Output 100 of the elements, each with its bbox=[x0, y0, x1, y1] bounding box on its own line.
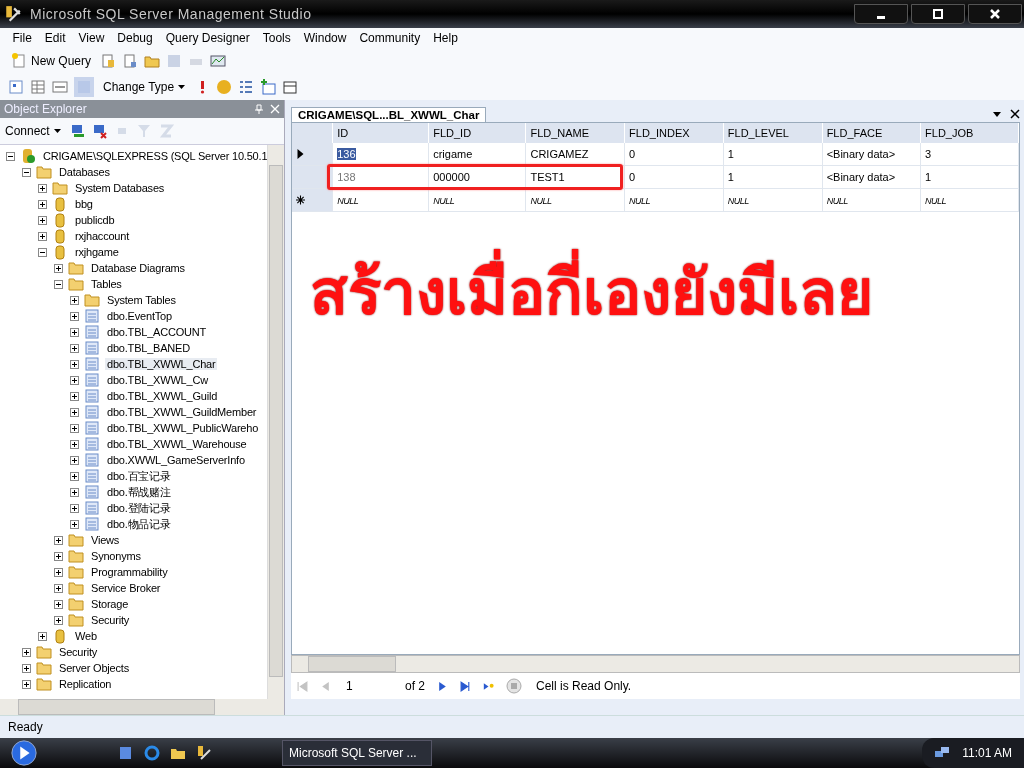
table-cell[interactable]: NULL bbox=[530, 196, 552, 206]
horizontal-scrollbar[interactable] bbox=[291, 655, 1020, 673]
tree-item[interactable]: Security bbox=[89, 614, 132, 626]
computer-icon[interactable] bbox=[69, 123, 86, 139]
column-header[interactable]: ID bbox=[332, 123, 429, 143]
tree-item[interactable]: CRIGAME\SQLEXPRESS (SQL Server 10.50.1 bbox=[41, 150, 267, 162]
table-cell[interactable]: 000000 bbox=[433, 171, 470, 183]
tree-item[interactable]: dbo.TBL_XWWL_PublicWareho bbox=[105, 422, 261, 434]
column-header[interactable]: FLD_JOB bbox=[920, 123, 1019, 143]
last-record-icon[interactable] bbox=[460, 680, 471, 692]
table-cell[interactable]: NULL bbox=[337, 196, 359, 206]
table-cell[interactable]: 3 bbox=[925, 148, 932, 160]
minimize-button[interactable] bbox=[854, 4, 908, 24]
tree-item[interactable]: System Databases bbox=[73, 182, 167, 194]
expand-icon[interactable] bbox=[70, 359, 79, 369]
tree-item[interactable]: dbo.TBL_XWWL_Warehouse bbox=[105, 438, 249, 450]
column-header[interactable]: FLD_ID bbox=[428, 123, 526, 143]
expand-icon[interactable] bbox=[38, 231, 47, 241]
column-header[interactable]: FLD_NAME bbox=[525, 123, 625, 143]
close-icon[interactable] bbox=[1010, 109, 1020, 119]
table-cell[interactable]: 1 bbox=[727, 171, 734, 183]
next-record-icon[interactable] bbox=[437, 680, 448, 692]
tree-item[interactable]: bbg bbox=[73, 198, 95, 210]
tree-item[interactable]: Database Diagrams bbox=[89, 262, 187, 274]
table-cell[interactable]: TEST1 bbox=[530, 171, 565, 183]
expand-icon[interactable] bbox=[70, 503, 79, 513]
vertical-scrollbar[interactable] bbox=[267, 145, 284, 699]
expand-icon[interactable] bbox=[54, 567, 63, 577]
expand-icon[interactable] bbox=[70, 455, 79, 465]
expand-icon[interactable] bbox=[70, 519, 79, 529]
table-cell[interactable]: 0 bbox=[629, 148, 636, 160]
tree-item[interactable]: rxjhaccount bbox=[73, 230, 132, 242]
expand-icon[interactable] bbox=[38, 631, 47, 641]
document-tab[interactable]: CRIGAME\SQL...BL_XWWL_Char bbox=[291, 107, 487, 122]
new-query-button[interactable]: New Query bbox=[8, 52, 95, 70]
connect-button[interactable]: Connect bbox=[2, 123, 64, 139]
menu-item[interactable]: Window bbox=[297, 31, 353, 45]
expand-icon[interactable] bbox=[22, 663, 31, 673]
table-cell[interactable]: NULL bbox=[826, 196, 848, 206]
tree-item[interactable]: Databases bbox=[57, 166, 112, 178]
table-cell[interactable]: CRIGAMEZ bbox=[530, 148, 589, 160]
collapse-icon[interactable] bbox=[6, 151, 15, 161]
expand-icon[interactable] bbox=[70, 407, 79, 417]
tree-item[interactable]: dbo.TBL_BANED bbox=[105, 342, 192, 354]
list-icon[interactable] bbox=[238, 79, 255, 95]
tree-item[interactable]: dbo.登陆记录 bbox=[105, 500, 173, 516]
collapse-icon[interactable] bbox=[22, 167, 31, 177]
tree-item[interactable]: Security bbox=[57, 646, 100, 658]
dropdown-icon[interactable] bbox=[992, 109, 1002, 119]
collapse-icon[interactable] bbox=[54, 279, 63, 289]
table-cell[interactable]: <Binary data> bbox=[826, 148, 896, 160]
expand-icon[interactable] bbox=[70, 295, 79, 305]
table-cell[interactable]: NULL bbox=[727, 196, 749, 206]
expand-icon[interactable] bbox=[70, 423, 79, 433]
tree-item[interactable]: Tables bbox=[89, 278, 124, 290]
tree-item[interactable]: dbo.TBL_XWWL_GuildMember bbox=[105, 406, 259, 418]
tree-item[interactable]: dbo.EventTop bbox=[105, 310, 174, 322]
expand-icon[interactable] bbox=[38, 183, 47, 193]
tree-item[interactable]: dbo.TBL_ACCOUNT bbox=[105, 326, 209, 338]
expand-icon[interactable] bbox=[54, 535, 63, 545]
expand-icon[interactable] bbox=[38, 215, 47, 225]
menu-item[interactable]: View bbox=[72, 31, 111, 45]
tree-item[interactable]: dbo.TBL_XWWL_Guild bbox=[105, 390, 220, 402]
expand-icon[interactable] bbox=[54, 263, 63, 273]
menu-item[interactable]: Help bbox=[426, 31, 465, 45]
taskbar-button[interactable]: Microsoft SQL Server ... bbox=[282, 740, 432, 766]
tree-item[interactable]: dbo.TBL_XWWL_Char bbox=[105, 358, 218, 370]
tree-item[interactable]: Synonyms bbox=[89, 550, 143, 562]
tree-item[interactable]: dbo.TBL_XWWL_Cw bbox=[105, 374, 210, 386]
expand-icon[interactable] bbox=[70, 343, 79, 353]
tree-item[interactable]: Service Broker bbox=[89, 582, 163, 594]
table-cell[interactable]: 138 bbox=[337, 171, 356, 183]
menu-item[interactable]: Tools bbox=[256, 31, 298, 45]
expand-icon[interactable] bbox=[70, 327, 79, 337]
restore-button[interactable] bbox=[911, 4, 965, 24]
tree-item[interactable]: dbo.百宝记录 bbox=[105, 468, 173, 484]
tree-item[interactable]: dbo.XWWL_GameServerInfo bbox=[105, 454, 247, 466]
horizontal-scrollbar[interactable] bbox=[0, 699, 284, 715]
collapse-icon[interactable] bbox=[38, 247, 47, 257]
hammer-icon[interactable] bbox=[196, 745, 212, 761]
expand-icon[interactable] bbox=[54, 615, 63, 625]
disconnect-icon[interactable] bbox=[91, 123, 108, 139]
table-cell[interactable]: 1 bbox=[925, 171, 932, 183]
menu-item[interactable]: File bbox=[6, 31, 39, 45]
tree-item[interactable]: dbo.帮战赌注 bbox=[105, 484, 173, 500]
expand-icon[interactable] bbox=[54, 599, 63, 609]
diagram-icon[interactable] bbox=[8, 79, 24, 95]
expand-icon[interactable] bbox=[54, 551, 63, 561]
tree-item[interactable]: rxjhgame bbox=[73, 246, 121, 258]
table-cell[interactable]: <Binary data> bbox=[826, 171, 896, 183]
table-icon[interactable] bbox=[282, 79, 299, 95]
pin-icon[interactable] bbox=[254, 104, 264, 114]
chart-icon[interactable] bbox=[210, 53, 227, 69]
tree-item[interactable]: dbo.物品记录 bbox=[105, 516, 173, 532]
expand-icon[interactable] bbox=[70, 471, 79, 481]
table-cell[interactable]: NULL bbox=[433, 196, 455, 206]
table-cell[interactable]: NULL bbox=[629, 196, 651, 206]
expand-icon[interactable] bbox=[70, 391, 79, 401]
play-icon[interactable] bbox=[10, 739, 38, 767]
expand-icon[interactable] bbox=[22, 679, 31, 689]
